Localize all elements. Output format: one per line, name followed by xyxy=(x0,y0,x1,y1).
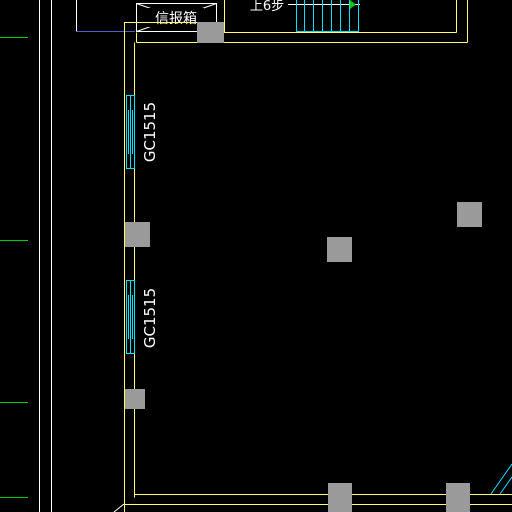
window-lower xyxy=(126,280,135,354)
bottom-left-mark xyxy=(113,503,125,512)
stairs: 上6步 xyxy=(246,0,360,32)
column xyxy=(197,22,224,43)
stairs-label: 上6步 xyxy=(250,0,284,14)
column xyxy=(457,202,482,227)
main-room-walls xyxy=(124,22,512,512)
cad-floor-plan: 信报箱 上6步 GC1515 GC1515 xyxy=(0,0,512,512)
window-lower-label: GC1515 xyxy=(141,288,159,348)
left-wall-lines xyxy=(39,0,52,512)
column xyxy=(446,483,470,512)
column xyxy=(125,389,145,409)
mailbox-label: 信报箱 xyxy=(155,11,197,27)
window-upper-label: GC1515 xyxy=(141,102,159,162)
columns xyxy=(125,22,482,512)
grid-ticks xyxy=(0,37,28,498)
column xyxy=(327,237,352,262)
column xyxy=(125,222,150,247)
column xyxy=(328,483,352,512)
corner-detail xyxy=(490,463,512,495)
window-upper xyxy=(126,95,135,169)
